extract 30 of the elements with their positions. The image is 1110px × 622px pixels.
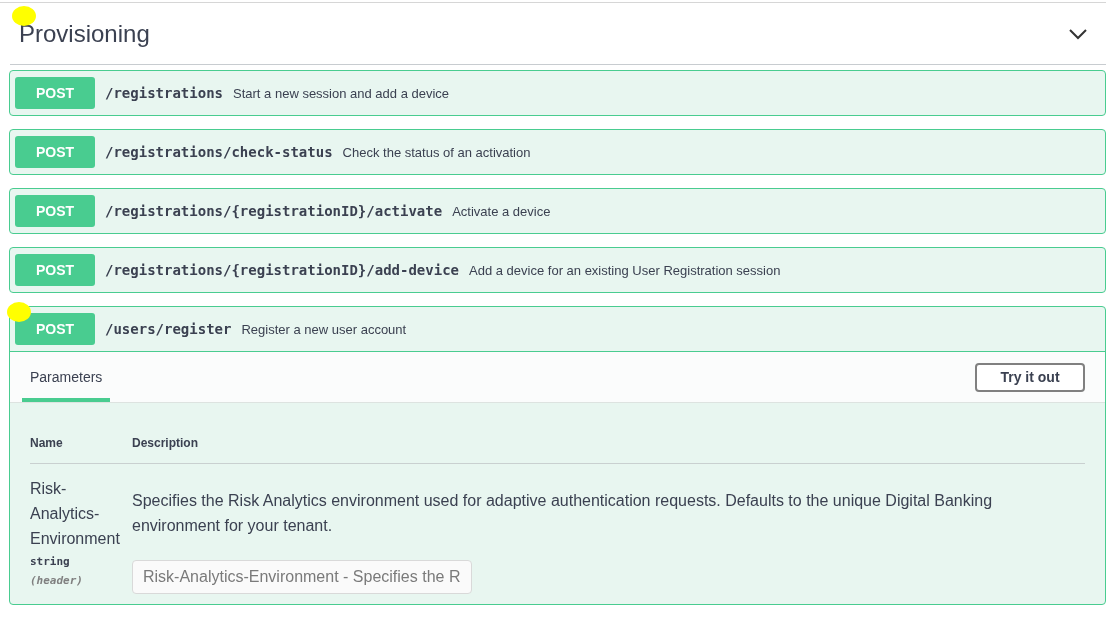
parameter-type: string [30,555,71,568]
operation-summary[interactable]: POST /registrations/check-status Check the status of an activation [10,130,1105,174]
endpoint-path: /users/register [105,321,232,337]
endpoint-summary: Check the status of an activation [342,144,531,160]
endpoint-summary: Add a device for an existing User Registration session [469,262,781,278]
parameter-name: Risk-Analytics-Environment [30,479,121,549]
endpoint-summary: Activate a device [452,203,551,219]
try-it-out-button[interactable]: Try it out [975,362,1085,392]
method-badge: POST [15,77,95,109]
endpoint-path: /registrations/{registrationID}/add-device [105,262,459,278]
method-badge: POST [15,136,95,168]
endpoint-path: /registrations/{registrationID}/activate [105,203,443,219]
endpoint-path: /registrations/check-status [105,144,333,160]
input-field[interactable]: Risk-Analytics-Environment - Specifies the R [132,560,472,594]
operation-summary[interactable]: POST /registrations/{registrationID}/activate Activate a device [10,189,1105,233]
method-badge: POST [15,313,95,345]
parameters-tab[interactable]: Parameters [22,356,111,402]
method-badge: POST [15,195,95,227]
endpoint-summary: Start a new session and add a device [233,85,450,101]
operation-summary[interactable]: POST /registrations/{registrationID}/add-device Add a device for an existing User Registration session [10,248,1105,292]
operation-summary[interactable]: POST /registrations Start a new session and add a device [10,71,1105,115]
column-header: Description [132,436,199,450]
parameter-location: (header) [30,574,84,587]
parameter-description: Specifies the Risk Analytics environment used for adaptive authentication requests. Defaults to the unique Digital Banking environment for your tenant. [132,491,994,536]
method-badge: POST [15,254,95,286]
chevron-icon[interactable] [1068,27,1088,40]
endpoint-summary: Register a new user account [241,321,407,337]
endpoint-path: /registrations [105,85,223,101]
column-header: Name [30,436,64,450]
section-title[interactable]: Provisioning [19,19,150,48]
